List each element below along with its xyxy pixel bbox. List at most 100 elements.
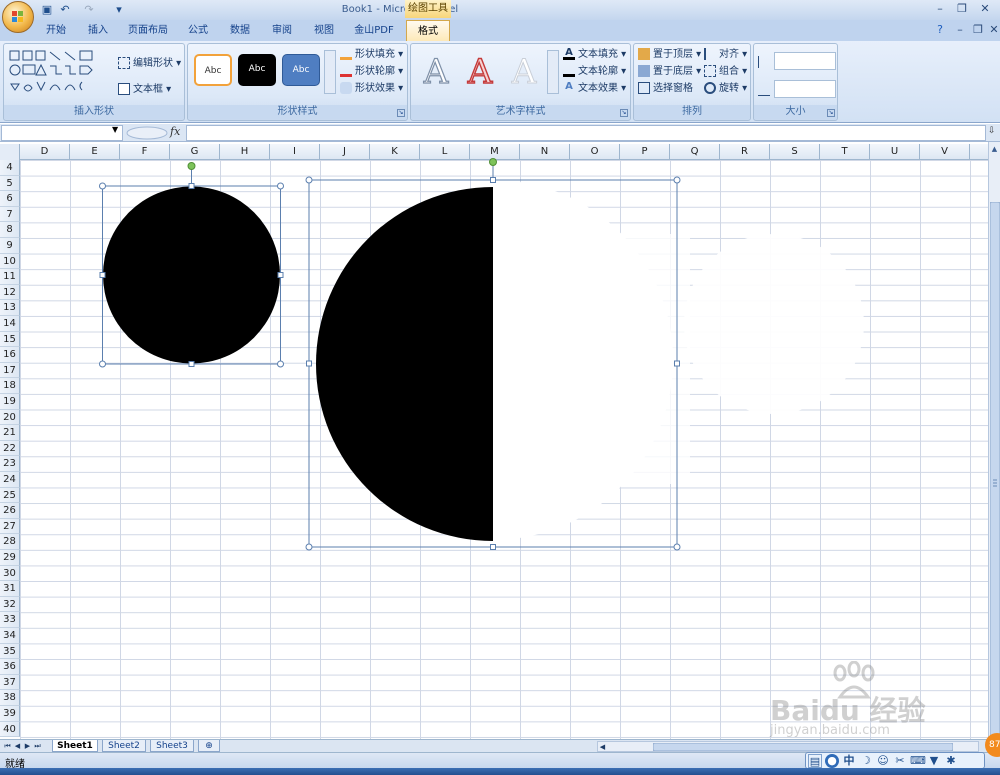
close-icon[interactable]: ✕ (975, 2, 995, 16)
resize-handle[interactable] (305, 176, 313, 184)
resize-handle[interactable] (306, 360, 312, 367)
expand-formula-bar-icon[interactable]: ⇩ (988, 126, 998, 140)
vertical-scroll-thumb[interactable] (989, 201, 1000, 763)
text-effects-button[interactable]: A 文本效果 ▾ (563, 81, 626, 97)
insert-sheet-icon[interactable]: ⊕ (198, 740, 220, 752)
resize-handle[interactable] (490, 177, 496, 183)
edit-points-icon (118, 57, 130, 69)
wordart-style-red[interactable]: A (461, 51, 499, 92)
rotate-handle-icon[interactable] (489, 158, 497, 166)
size-launcher-icon[interactable]: ↘ (827, 109, 835, 117)
resize-handle[interactable] (490, 544, 496, 550)
first-sheet-icon[interactable]: ⏮ (3, 740, 12, 752)
shape-effects-icon (340, 82, 352, 94)
align-button[interactable]: 对齐 ▾ (704, 47, 747, 63)
edit-shape-button[interactable]: 编辑形状 ▾ (118, 56, 181, 72)
send-to-back-button[interactable]: 置于底层 ▾ (638, 64, 701, 80)
wordart-styles-launcher-icon[interactable]: ↘ (620, 109, 628, 117)
shape-style-orange-outline[interactable]: Abc (194, 54, 232, 86)
text-box-button[interactable]: 文本框 ▾ (118, 82, 171, 98)
rotate-button[interactable]: 旋转 ▾ (704, 81, 747, 97)
prev-sheet-icon[interactable]: ◀ (13, 740, 22, 752)
text-fill-button[interactable]: A 文本填充 ▾ (563, 47, 626, 63)
half-circle-shape[interactable] (316, 187, 493, 541)
sheet-tab-sheet3[interactable]: Sheet3 (150, 740, 194, 752)
shape-style-black[interactable]: Abc (238, 54, 276, 86)
resize-handle[interactable] (188, 361, 195, 367)
wordart-gallery-scroll[interactable] (547, 50, 559, 94)
smile-icon[interactable]: ☺ (876, 754, 890, 768)
help-icon[interactable]: ? (930, 23, 950, 37)
sheet-tab-sheet1[interactable]: Sheet1 (52, 740, 98, 752)
tools-icon[interactable]: ✂ (893, 754, 907, 768)
last-sheet-icon[interactable]: ⏭ (33, 740, 42, 752)
title-bar: ▣ ↶ ↷ ▾ Book1 - Microsoft Excel 绘图工具 – ❐… (0, 0, 1000, 33)
tab-home[interactable]: 开始 (38, 20, 74, 41)
tab-view[interactable]: 视图 (306, 20, 342, 41)
selection-pane-button[interactable]: 选择窗格 (638, 81, 693, 97)
shape-fill-button[interactable]: 形状填充 ▾ (340, 47, 403, 63)
office-button[interactable] (2, 1, 34, 33)
shirt-icon[interactable]: ▼ (927, 754, 941, 768)
gear-icon[interactable]: ✱ (944, 754, 958, 768)
scroll-up-icon[interactable]: ▲ (989, 144, 1000, 155)
moon-icon[interactable]: ☽ (859, 754, 873, 768)
ime-language[interactable]: 中 (842, 754, 856, 768)
shape-outline-button[interactable]: 形状轮廓 ▾ (340, 64, 403, 80)
layout-toggle-icon[interactable]: ▤ (808, 754, 822, 768)
ribbon-minimize-icon[interactable]: – (950, 23, 970, 37)
resize-handle[interactable] (99, 182, 106, 190)
shape-style-blue[interactable]: Abc (282, 54, 320, 86)
insert-function-icon[interactable]: fx (170, 125, 180, 138)
formula-toggle-icon[interactable] (125, 125, 169, 141)
circle-shape[interactable] (103, 186, 280, 364)
name-box[interactable] (1, 125, 123, 141)
shape-gallery-icons (9, 50, 93, 92)
formula-input[interactable] (186, 125, 986, 141)
tab-data[interactable]: 数据 (222, 20, 258, 41)
horizontal-scroll-thumb[interactable] (653, 743, 953, 751)
tab-insert[interactable]: 插入 (80, 20, 116, 41)
resize-handle[interactable] (99, 272, 106, 278)
bring-to-front-button[interactable]: 置于顶层 ▾ (638, 47, 701, 63)
tab-format[interactable]: 格式 (406, 20, 450, 41)
keyboard-icon[interactable]: ⌨ (910, 754, 926, 768)
shape-style-gallery-scroll[interactable] (324, 50, 336, 94)
text-outline-button[interactable]: 文本轮廓 ▾ (563, 64, 626, 80)
tab-review[interactable]: 审阅 (264, 20, 300, 41)
resize-handle[interactable] (277, 182, 284, 190)
resize-handle[interactable] (673, 543, 681, 551)
group-button[interactable]: 组合 ▾ (704, 64, 747, 80)
sheet-tab-sheet2[interactable]: Sheet2 (102, 740, 146, 752)
restore-icon[interactable]: ❐ (952, 2, 972, 16)
shape-styles-launcher-icon[interactable]: ↘ (397, 109, 405, 117)
group-label: 组合 (719, 66, 739, 77)
worksheet-grid[interactable]: DEFGHIJKLMNOPQRSTUV 4 5 6 7 8 9 10 11 12 13 14 15 16… (0, 144, 988, 739)
next-sheet-icon[interactable]: ▶ (23, 740, 32, 752)
tab-formulas[interactable]: 公式 (180, 20, 216, 41)
resize-handle[interactable] (99, 360, 106, 368)
minimize-icon[interactable]: – (930, 2, 950, 16)
shape-effects-button[interactable]: 形状效果 ▾ (340, 81, 403, 97)
horizontal-scrollbar[interactable]: ◀ (597, 741, 979, 752)
wordart-style-light[interactable]: A (505, 52, 543, 93)
shape-gallery[interactable] (8, 48, 108, 102)
ribbon-tabs: 开始 插入 页面布局 公式 数据 审阅 视图 金山PDF 格式 ? – ❐ ✕ (0, 20, 1000, 41)
shape-height-input[interactable] (774, 52, 836, 70)
user-icon[interactable]: ● (825, 754, 839, 768)
tab-wps-pdf[interactable]: 金山PDF (348, 20, 400, 41)
resize-handle[interactable] (673, 176, 681, 184)
resize-handle[interactable] (305, 543, 313, 551)
tab-page-layout[interactable]: 页面布局 (122, 20, 174, 41)
resize-handle[interactable] (188, 183, 195, 189)
ribbon-close-icon[interactable]: ✕ (984, 23, 1000, 37)
shape-width-input[interactable] (774, 80, 836, 98)
resize-handle[interactable] (277, 272, 284, 278)
name-box-dropdown-icon[interactable]: ▼ (112, 125, 118, 134)
resize-handle[interactable] (674, 360, 680, 367)
resize-handle[interactable] (277, 360, 284, 368)
rotate-handle-icon[interactable] (187, 162, 196, 170)
insert-shapes-group: 编辑形状 ▾ 文本框 ▾ 插入形状 (3, 43, 185, 121)
vertical-scrollbar[interactable]: ▲ (988, 142, 1000, 763)
wordart-style-outline[interactable]: A (417, 51, 455, 92)
